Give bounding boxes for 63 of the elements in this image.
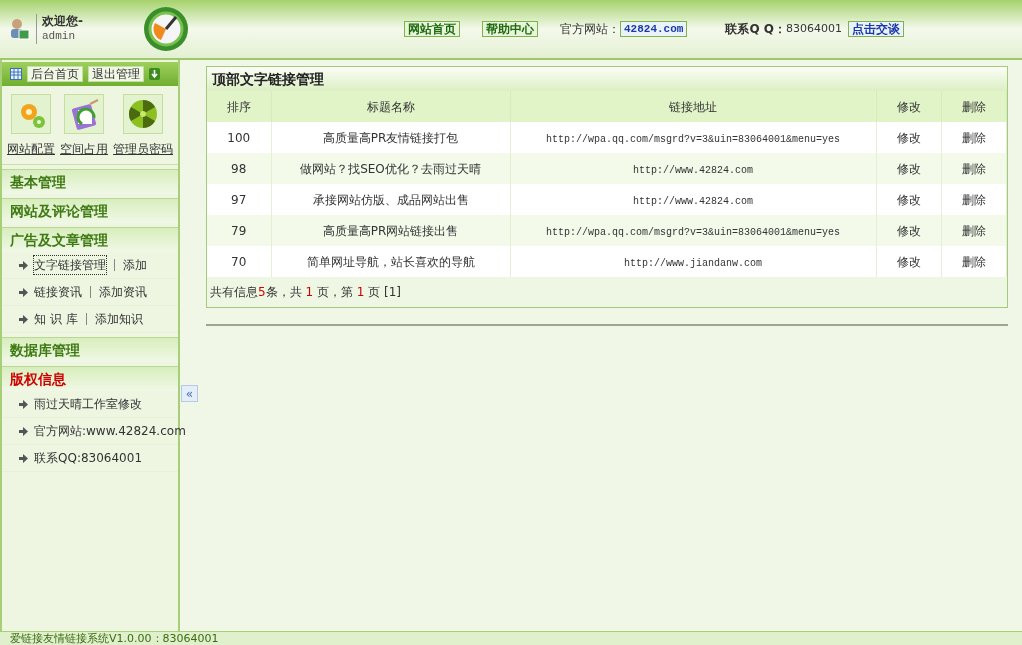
table-cell: 100 <box>227 130 251 145</box>
arrow-icon <box>18 426 28 436</box>
user-icon <box>8 17 30 41</box>
menu-link[interactable]: 知 识 库 <box>34 310 78 328</box>
down-arrow-icon <box>149 68 160 80</box>
menu-link[interactable]: 文字链接管理 <box>34 256 106 274</box>
menu-link[interactable]: 链接资讯 <box>34 283 82 301</box>
qq-number: 83064001 <box>786 20 842 37</box>
delete-link[interactable]: 删除 <box>961 161 986 176</box>
delete-link[interactable]: 删除 <box>961 254 986 269</box>
arrow-icon <box>18 260 28 270</box>
panel-title: 顶部文字链接管理 <box>207 67 1007 91</box>
arrow-icon <box>18 399 28 409</box>
nav-button[interactable]: 帮助中心 <box>482 21 538 37</box>
chat-button[interactable]: 点击交谈 <box>848 21 904 37</box>
toolbar-button[interactable]: 退出管理 <box>88 66 144 82</box>
table-cell: 79 <box>231 223 247 238</box>
collapse-button[interactable]: « <box>181 385 198 402</box>
table-cell: 做网站？找SEO优化？去雨过天晴 <box>300 161 481 176</box>
edit-link[interactable]: 修改 <box>896 192 921 207</box>
table-cell: http://www.jiandanw.com <box>624 257 762 269</box>
table-cell: http://wpa.qq.com/msgrd?v=3&uin=83064001&menu=yes <box>545 133 841 145</box>
calendar-icon <box>10 68 22 80</box>
table-cell: 98 <box>231 161 247 176</box>
edit-link[interactable]: 修改 <box>896 254 921 269</box>
menu-link[interactable]: 官方网站:www.42824.com <box>34 422 186 440</box>
add-link[interactable]: 添加知识 <box>94 310 143 328</box>
table-cell: 97 <box>231 192 247 207</box>
qq-label: 联系Q Q： <box>725 21 786 38</box>
delete-link[interactable]: 删除 <box>961 223 986 238</box>
shortcut-link[interactable]: 网站配置 <box>7 140 55 158</box>
toolbar-button[interactable]: 后台首页 <box>27 66 83 82</box>
add-link[interactable]: 添加资讯 <box>99 283 147 301</box>
table-cell: http://www.42824.com <box>633 195 753 207</box>
table-cell: 70 <box>231 254 247 269</box>
table-cell: 承接网站仿版、成品网站出售 <box>312 192 469 207</box>
welcome-text: 欢迎您- <box>42 14 83 29</box>
table-cell: 简单网址导航，站长喜欢的导航 <box>306 254 475 269</box>
edit-link[interactable]: 修改 <box>896 130 921 145</box>
radiation-icon <box>127 98 159 130</box>
table-cell: http://wpa.qq.com/msgrd?v=3&uin=83064001&menu=yes <box>545 226 841 238</box>
logo-icon <box>143 6 189 52</box>
add-link[interactable]: 添加 <box>123 256 147 274</box>
arrow-icon <box>18 453 28 463</box>
edit-link[interactable]: 修改 <box>896 223 921 238</box>
shortcut-link[interactable]: 空间占用 <box>60 140 108 158</box>
site-link[interactable]: 42824.com <box>620 21 688 37</box>
user-name: admin <box>42 29 76 44</box>
site-label: 官方网站： <box>560 21 620 38</box>
menu-link[interactable]: 联系QQ:83064001 <box>34 449 142 467</box>
table-cell: 高质量高PR网站链接出售 <box>322 223 459 238</box>
arrow-icon <box>18 314 28 324</box>
pagination-text: 共有信息5条，共 1 页，第 1 页 [1] <box>210 284 402 301</box>
nav-button[interactable]: 网站首页 <box>404 21 460 37</box>
table-cell: 高质量高PR友情链接打包 <box>322 130 459 145</box>
menu-link[interactable]: 雨过天晴工作室修改 <box>34 395 142 413</box>
arrow-icon <box>18 287 28 297</box>
table-cell: http://www.42824.com <box>633 164 753 176</box>
shortcut-link[interactable]: 管理员密码 <box>113 140 173 158</box>
edit-link[interactable]: 修改 <box>896 161 921 176</box>
delete-link[interactable]: 删除 <box>961 192 986 207</box>
status-text: 爱链接友情链接系统V1.0.00：83064001 <box>10 633 219 644</box>
delete-link[interactable]: 删除 <box>961 130 986 145</box>
